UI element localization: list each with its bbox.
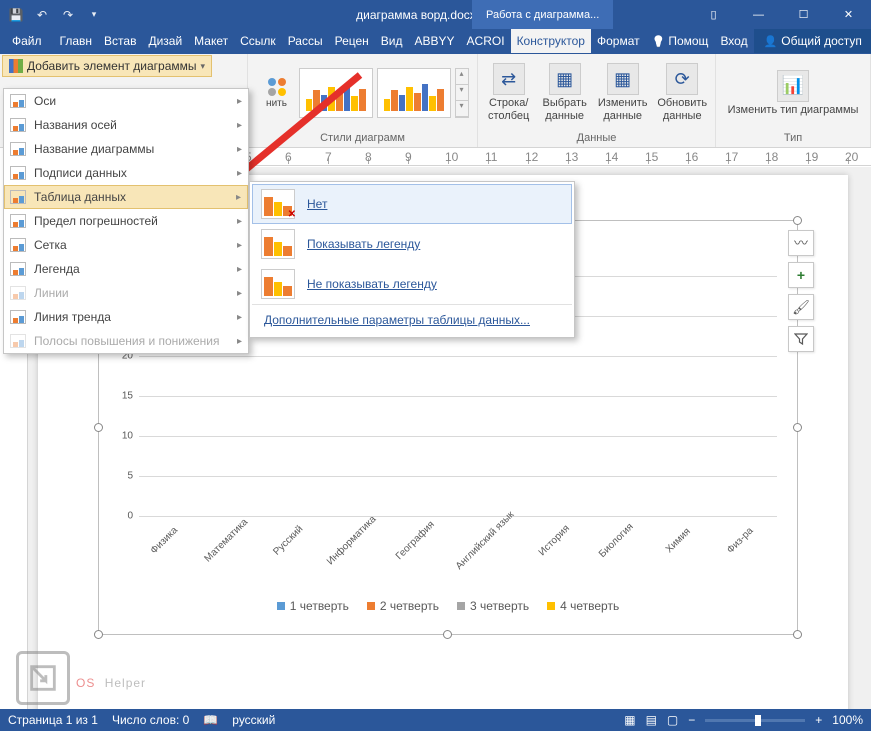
add-chart-element-button[interactable]: Добавить элемент диаграммы [2, 55, 212, 77]
change-chart-type-button[interactable]: 📊Изменить тип диаграммы [724, 68, 863, 119]
ribbon-options-icon[interactable]: ▯ [691, 0, 736, 29]
change-type-icon: 📊 [777, 70, 809, 102]
zoom-slider[interactable] [705, 719, 805, 722]
zoom-in-icon[interactable]: + [815, 713, 822, 727]
share-button[interactable]: Общий доступ [754, 29, 871, 53]
undo-icon[interactable]: ↶ [30, 3, 54, 27]
chart-element-icon [9, 59, 23, 73]
tab-review[interactable]: Рецен [329, 29, 375, 53]
change-colors-button[interactable]: нить [257, 68, 297, 118]
tab-acrobat[interactable]: ACROI [461, 29, 511, 53]
qat-customize-icon[interactable]: ▾ [82, 3, 106, 27]
x-axis-labels: ФизикаМатематикаРусскийИнформатикаГеогра… [139, 521, 777, 532]
data-table-submenu: Нет Показывать легенду Не показывать лег… [249, 181, 575, 338]
tab-abbyy[interactable]: ABBYY [409, 29, 461, 53]
read-mode-icon[interactable]: ▦ [624, 713, 635, 727]
chart-legend[interactable]: 1 четверть2 четверть3 четверть4 четверть [99, 599, 797, 613]
chart-filters-flyout-button[interactable]: 🖌 [788, 294, 814, 320]
group-label-data: Данные [482, 130, 711, 147]
edit-data-icon: ▦ [607, 63, 639, 95]
watermark: OS Helper [16, 651, 146, 705]
menu-trendline[interactable]: Линия тренда [4, 305, 248, 329]
web-layout-icon[interactable]: ▢ [667, 713, 678, 727]
tab-layout[interactable]: Макет [188, 29, 234, 53]
tell-me[interactable]: Помощ [646, 29, 715, 53]
switch-row-column-button[interactable]: ⇄Строка/ столбец [482, 61, 535, 124]
close-icon[interactable]: ✕ [826, 0, 871, 29]
menu-data-table[interactable]: Таблица данных [4, 185, 248, 209]
maximize-icon[interactable]: ☐ [781, 0, 826, 29]
add-element-dropdown: Оси Названия осей Название диаграммы Под… [3, 88, 249, 354]
menu-legend[interactable]: Легенда [4, 257, 248, 281]
select-data-button[interactable]: ▦Выбрать данные [537, 61, 592, 124]
word-count[interactable]: Число слов: 0 [112, 713, 189, 727]
more-data-table-options[interactable]: Дополнительные параметры таблицы данных.… [252, 304, 572, 335]
menu-error-bars[interactable]: Предел погрешностей [4, 209, 248, 233]
page-count[interactable]: Страница 1 из 1 [8, 713, 98, 727]
menu-chart-title[interactable]: Название диаграммы [4, 137, 248, 161]
menu-axis-titles[interactable]: Названия осей [4, 113, 248, 137]
chart-tools-context: Работа с диаграмма... [472, 0, 613, 29]
print-layout-icon[interactable]: ▤ [646, 713, 657, 727]
select-data-icon: ▦ [549, 63, 581, 95]
tab-mailings[interactable]: Рассы [282, 29, 329, 53]
menu-data-labels[interactable]: Подписи данных [4, 161, 248, 185]
tab-insert[interactable]: Встав [98, 29, 142, 53]
minimize-icon[interactable]: — [736, 0, 781, 29]
sign-in[interactable]: Вход [714, 29, 753, 53]
option-no-legend-keys[interactable]: Не показывать легенду [252, 264, 572, 304]
group-label-type: Тип [720, 130, 866, 147]
group-label-styles: Стили диаграмм [252, 130, 473, 147]
spellcheck-icon[interactable]: 📖 [203, 713, 218, 727]
tab-home[interactable]: Главн [54, 29, 99, 53]
zoom-level[interactable]: 100% [832, 713, 863, 727]
menu-gridlines[interactable]: Сетка [4, 233, 248, 257]
switch-rowcol-icon: ⇄ [493, 63, 525, 95]
chart-styles-gallery[interactable]: ▴▾▾ [299, 68, 469, 118]
menu-lines: Линии [4, 281, 248, 305]
refresh-icon: ⟳ [666, 63, 698, 95]
chart-filter-flyout-button[interactable] [788, 326, 814, 352]
tab-design[interactable]: Дизай [142, 29, 188, 53]
ribbon-tabs: Файл Главн Встав Дизай Макет Ссылк Рассы… [0, 29, 871, 54]
refresh-data-button[interactable]: ⟳Обновить данные [653, 61, 711, 124]
option-none[interactable]: Нет [252, 184, 572, 224]
zoom-out-icon[interactable]: − [688, 713, 695, 727]
menu-updown-bars: Полосы повышения и понижения [4, 329, 248, 353]
tab-constructor[interactable]: Конструктор [511, 29, 591, 53]
tab-file[interactable]: Файл [0, 29, 54, 53]
chart-elements-flyout-button[interactable]: 〰 [788, 230, 814, 256]
tab-view[interactable]: Вид [375, 29, 409, 53]
menu-axes[interactable]: Оси [4, 89, 248, 113]
edit-data-button[interactable]: ▦Изменить данные [594, 61, 651, 124]
chart-styles-flyout-button[interactable]: + [788, 262, 814, 288]
status-bar: Страница 1 из 1 Число слов: 0 📖 русский … [0, 709, 871, 731]
tab-format[interactable]: Формат [591, 29, 646, 53]
language[interactable]: русский [232, 713, 275, 727]
tab-references[interactable]: Ссылк [234, 29, 282, 53]
redo-icon[interactable]: ↷ [56, 3, 80, 27]
titlebar: 💾 ↶ ↷ ▾ диаграмма ворд.docx - Word Работ… [0, 0, 871, 29]
save-icon[interactable]: 💾 [4, 3, 28, 27]
option-show-legend-keys[interactable]: Показывать легенду [252, 224, 572, 264]
